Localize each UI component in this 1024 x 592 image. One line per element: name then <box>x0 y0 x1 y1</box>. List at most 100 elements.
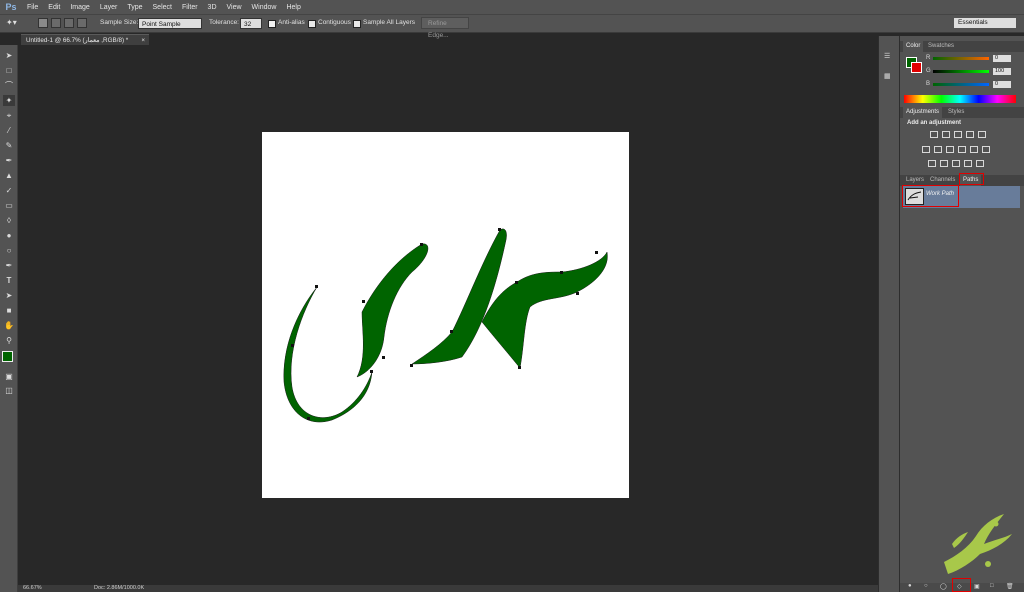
magic-wand-tool-preset-icon[interactable]: ✦▾ <box>6 18 20 29</box>
adjustments-heading: Add an adjustment <box>907 120 962 126</box>
red-value-input[interactable]: 0 <box>993 55 1011 62</box>
intersect-selection-icon[interactable] <box>77 18 87 28</box>
workspace-switcher[interactable]: Essentials <box>954 18 1016 28</box>
color-spectrum-bar[interactable] <box>904 95 1016 103</box>
marquee-tool-icon[interactable]: □ <box>3 65 15 76</box>
clone-stamp-tool-icon[interactable]: ▲ <box>3 170 15 181</box>
vibrance-icon[interactable] <box>978 131 986 138</box>
document-canvas[interactable] <box>262 132 629 498</box>
new-selection-icon[interactable] <box>38 18 48 28</box>
foreground-color-swatch[interactable] <box>2 351 13 362</box>
highlight-footer-button <box>952 578 971 592</box>
posterize-icon[interactable] <box>940 160 948 167</box>
new-path-icon[interactable]: □ <box>990 583 994 589</box>
zoom-level[interactable]: 66.67% <box>23 585 42 591</box>
sample-all-layers-checkbox[interactable] <box>353 20 361 28</box>
menu-select[interactable]: Select <box>148 4 177 11</box>
menu-image[interactable]: Image <box>65 4 94 11</box>
refine-edge-button[interactable]: Refine Edge... <box>421 17 469 39</box>
tab-styles[interactable]: Styles <box>945 107 967 118</box>
tab-color[interactable]: Color <box>903 41 924 52</box>
threshold-icon[interactable] <box>952 160 960 167</box>
brightness-contrast-icon[interactable] <box>930 131 938 138</box>
menu-bar: Ps File Edit Image Layer Type Select Fil… <box>0 0 1024 14</box>
blue-value-input[interactable]: 0 <box>993 81 1011 88</box>
history-brush-tool-icon[interactable]: ✓ <box>3 185 15 196</box>
fill-path-icon[interactable]: ● <box>908 583 912 589</box>
hand-tool-icon[interactable]: ✋ <box>3 320 15 331</box>
document-info[interactable]: Doc: 2.86M/1000.0K <box>94 585 144 591</box>
quick-mask-icon[interactable]: ▣ <box>3 371 15 382</box>
tolerance-label: Tolerance: <box>209 19 239 26</box>
green-value-input[interactable]: 100 <box>993 68 1011 75</box>
selective-color-icon[interactable] <box>964 160 972 167</box>
eraser-tool-icon[interactable]: ▭ <box>3 200 15 211</box>
document-tab[interactable]: Untitled-1 @ 66.7% (معمار ,RGB/8) * × <box>21 34 149 45</box>
rectangle-tool-icon[interactable]: ■ <box>3 305 15 316</box>
move-tool-icon[interactable]: ➤ <box>3 50 15 61</box>
add-to-selection-icon[interactable] <box>51 18 61 28</box>
menu-layer[interactable]: Layer <box>95 4 123 11</box>
healing-brush-tool-icon[interactable]: ✎ <box>3 140 15 151</box>
close-tab-icon[interactable]: × <box>141 35 145 46</box>
eyedropper-tool-icon[interactable]: ⁄ <box>3 125 15 136</box>
menu-view[interactable]: View <box>222 4 247 11</box>
photo-filter-icon[interactable] <box>958 146 966 153</box>
tab-swatches[interactable]: Swatches <box>925 41 957 52</box>
menu-window[interactable]: Window <box>247 4 282 11</box>
menu-3d[interactable]: 3D <box>203 4 222 11</box>
curves-icon[interactable] <box>954 131 962 138</box>
calligraphy-artwork <box>283 228 608 423</box>
tab-adjustments[interactable]: Adjustments <box>903 107 943 118</box>
calligraphy-stroke-yeh <box>283 286 373 423</box>
blue-slider[interactable] <box>933 83 989 86</box>
color-panel-background-swatch[interactable] <box>911 62 922 73</box>
gradient-map-icon[interactable] <box>976 160 984 167</box>
color-lookup-icon[interactable] <box>982 146 990 153</box>
pen-tool-icon[interactable]: ✒ <box>3 260 15 271</box>
history-panel-icon[interactable]: ☰ <box>884 52 894 61</box>
hue-saturation-icon[interactable] <box>922 146 930 153</box>
black-white-icon[interactable] <box>946 146 954 153</box>
watermark-calligraphy-icon <box>944 514 1012 574</box>
properties-panel-icon[interactable]: ▦ <box>884 72 894 81</box>
adjustments-panel-tabs: Adjustments Styles <box>900 107 1024 118</box>
contiguous-checkbox[interactable] <box>308 20 316 28</box>
invert-icon[interactable] <box>928 160 936 167</box>
anti-alias-checkbox[interactable] <box>268 20 276 28</box>
subtract-from-selection-icon[interactable] <box>64 18 74 28</box>
lasso-tool-icon[interactable]: ⌒ <box>3 80 15 91</box>
color-balance-icon[interactable] <box>934 146 942 153</box>
red-slider[interactable] <box>933 57 989 60</box>
exposure-icon[interactable] <box>966 131 974 138</box>
channel-b-label: B <box>926 81 931 87</box>
paint-bucket-tool-icon[interactable]: ◊ <box>3 215 15 226</box>
status-bar: 66.67% Doc: 2.86M/1000.0K <box>18 585 878 592</box>
levels-icon[interactable] <box>942 131 950 138</box>
channel-mixer-icon[interactable] <box>970 146 978 153</box>
screen-mode-icon[interactable]: ◫ <box>3 385 15 396</box>
dodge-tool-icon[interactable]: ○ <box>3 245 15 256</box>
menu-edit[interactable]: Edit <box>43 4 65 11</box>
blur-tool-icon[interactable]: ● <box>3 230 15 241</box>
sample-size-select[interactable]: Point Sample <box>138 18 202 29</box>
channel-g-label: G <box>926 68 931 74</box>
menu-help[interactable]: Help <box>281 4 305 11</box>
sample-all-layers-label: Sample All Layers <box>363 19 416 26</box>
load-as-selection-icon[interactable]: ◯ <box>940 583 947 590</box>
zoom-tool-icon[interactable]: ⚲ <box>3 335 15 346</box>
tolerance-input[interactable]: 32 <box>240 18 262 29</box>
crop-tool-icon[interactable]: ⌖ <box>3 110 15 121</box>
green-slider[interactable] <box>933 70 989 73</box>
type-tool-icon[interactable]: T <box>3 275 15 286</box>
path-selection-tool-icon[interactable]: ➤ <box>3 290 15 301</box>
stroke-path-icon[interactable]: ○ <box>924 583 928 589</box>
menu-filter[interactable]: Filter <box>177 4 203 11</box>
delete-path-icon[interactable]: 🗑 <box>1006 583 1014 590</box>
magic-wand-tool-icon[interactable]: ✦ <box>3 95 15 106</box>
brush-tool-icon[interactable]: ✒ <box>3 155 15 166</box>
add-mask-icon[interactable]: ▣ <box>974 583 980 590</box>
menu-file[interactable]: File <box>22 4 43 11</box>
menu-type[interactable]: Type <box>122 4 147 11</box>
panel-icon-strip: ☰ ▦ <box>878 36 900 592</box>
